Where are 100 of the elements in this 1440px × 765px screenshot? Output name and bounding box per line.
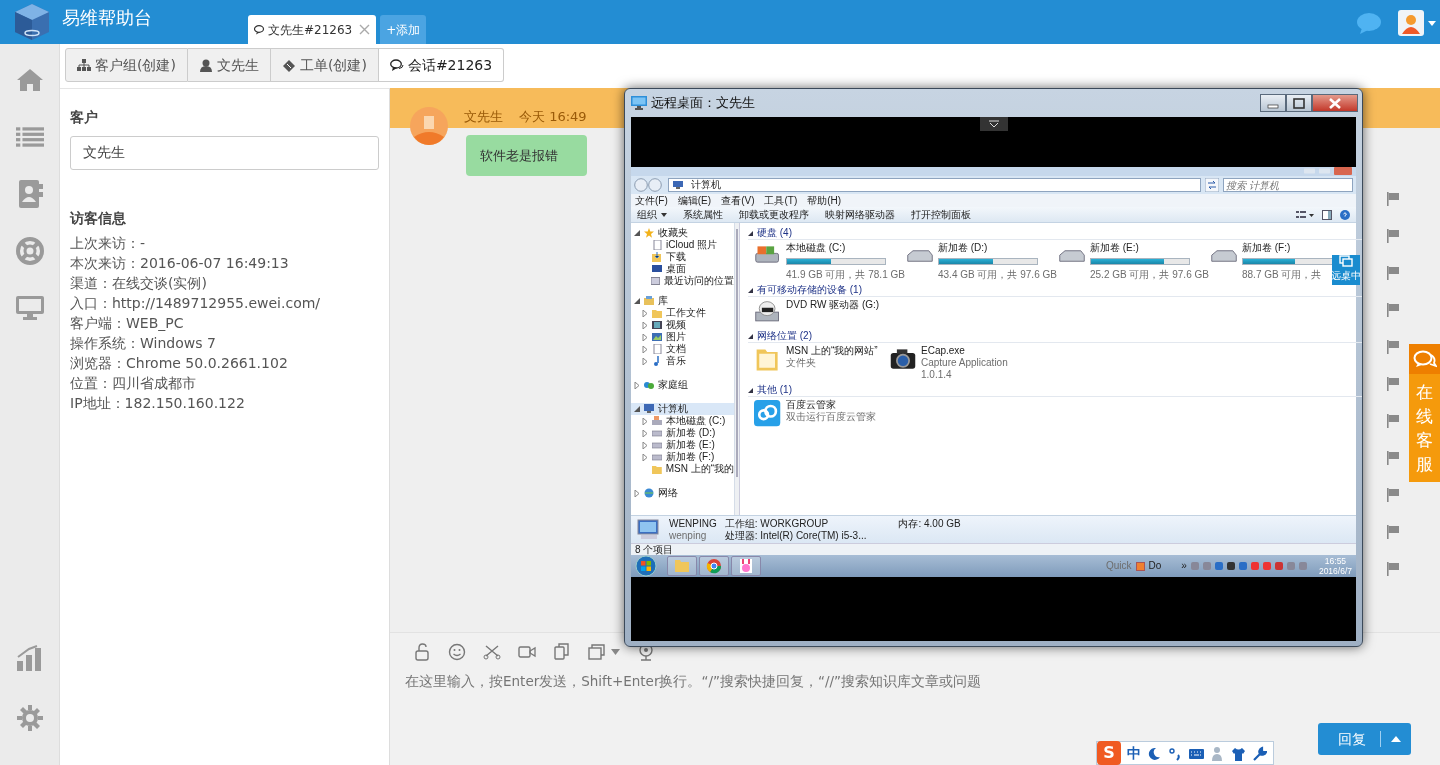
search-field[interactable]: 搜索 计算机 bbox=[1223, 178, 1353, 192]
expanded-arrow-icon[interactable] bbox=[748, 230, 753, 236]
chevron-down-icon[interactable] bbox=[986, 120, 1001, 128]
maximize-button[interactable] bbox=[1286, 94, 1312, 112]
reply-button[interactable]: 回复 bbox=[1318, 723, 1411, 755]
expanded-arrow-icon[interactable] bbox=[634, 297, 640, 305]
menu-item[interactable]: 文件(F) bbox=[635, 194, 668, 207]
tree-item[interactable]: 下载 bbox=[631, 251, 734, 263]
breadcrumb-tab[interactable]: 会话#21263 bbox=[378, 48, 505, 82]
menu-item[interactable]: 编辑(E) bbox=[677, 194, 712, 207]
start-button[interactable] bbox=[635, 555, 657, 577]
tree-item[interactable]: 图片 bbox=[631, 331, 734, 343]
scrollbar-thumb[interactable] bbox=[736, 229, 738, 478]
collapsed-arrow-icon[interactable] bbox=[642, 453, 648, 461]
expanded-arrow-icon[interactable] bbox=[634, 229, 640, 237]
chart-icon[interactable] bbox=[16, 645, 43, 671]
flag-icon[interactable] bbox=[1387, 562, 1399, 576]
overflow-button[interactable]: » bbox=[1181, 560, 1187, 572]
item-name[interactable]: DVD RW 驱动器 (G:) bbox=[786, 299, 880, 311]
taskbar-button[interactable] bbox=[731, 556, 761, 576]
item-name[interactable]: 百度云管家 bbox=[786, 399, 876, 411]
collapsed-arrow-icon[interactable] bbox=[642, 309, 648, 317]
settings-icon[interactable] bbox=[16, 705, 43, 731]
toolbar-button[interactable]: 卸载或更改程序 bbox=[739, 208, 809, 221]
window-icon[interactable] bbox=[588, 643, 606, 661]
help-icon[interactable] bbox=[1340, 209, 1350, 220]
wrench-icon[interactable] bbox=[1252, 745, 1267, 761]
tree-item[interactable]: 音乐 bbox=[631, 355, 734, 367]
shirt-icon[interactable] bbox=[1231, 745, 1246, 761]
collapsed-arrow-icon[interactable] bbox=[642, 333, 648, 341]
flag-icon[interactable] bbox=[1387, 303, 1399, 317]
cloud-app-icon[interactable] bbox=[754, 399, 782, 427]
taskbar-button[interactable] bbox=[699, 556, 729, 576]
flag-icon[interactable] bbox=[1387, 340, 1399, 354]
expanded-arrow-icon[interactable] bbox=[634, 405, 640, 413]
close-button[interactable] bbox=[1312, 94, 1358, 112]
unlock-icon[interactable] bbox=[413, 643, 431, 661]
flag-icon[interactable] bbox=[1387, 192, 1399, 206]
flag-icon[interactable] bbox=[1387, 488, 1399, 502]
back-forward-icon[interactable] bbox=[634, 178, 664, 192]
tree-item[interactable]: MSN 上的“我的 bbox=[631, 463, 734, 475]
breadcrumb-tab[interactable]: 文先生 bbox=[187, 48, 271, 82]
smiley-icon[interactable] bbox=[448, 643, 466, 661]
copy-icon[interactable] bbox=[553, 643, 571, 661]
video-camera-icon[interactable] bbox=[518, 643, 536, 661]
user-icon[interactable] bbox=[1210, 745, 1225, 761]
item-name[interactable]: 本地磁盘 (C:) bbox=[786, 242, 905, 254]
tree-item[interactable]: 最近访问的位置 bbox=[631, 275, 734, 287]
toolbar-button[interactable]: 组织 bbox=[637, 208, 667, 221]
address-field[interactable]: 计算机 bbox=[668, 178, 1201, 192]
tab[interactable]: 文先生#21263 bbox=[248, 15, 377, 44]
caret-icon[interactable] bbox=[611, 649, 620, 655]
refresh-icon[interactable] bbox=[1205, 178, 1219, 192]
tree-item[interactable]: 库 bbox=[631, 295, 734, 307]
tree-item[interactable]: 桌面 bbox=[631, 263, 734, 275]
maximize-icon[interactable] bbox=[1293, 97, 1305, 109]
group-header[interactable]: 硬盘 (4) bbox=[757, 227, 792, 239]
checkbox[interactable] bbox=[1135, 561, 1145, 571]
tree-item[interactable]: 新加卷 (D:) bbox=[631, 427, 734, 439]
home-icon[interactable] bbox=[15, 66, 44, 94]
group-header[interactable]: 有可移动存储的设备 (1) bbox=[757, 284, 862, 296]
item-name[interactable]: 新加卷 (E:) bbox=[1090, 242, 1209, 254]
tree-item[interactable]: 文档 bbox=[631, 343, 734, 355]
preview-pane-icon[interactable] bbox=[1322, 209, 1332, 220]
tree-item[interactable]: 新加卷 (F:) bbox=[631, 451, 734, 463]
breadcrumb-tab[interactable]: 工单(创建) bbox=[270, 48, 379, 82]
monitor-icon[interactable] bbox=[15, 294, 44, 322]
tree-item[interactable]: 收藏夹 bbox=[631, 227, 734, 239]
lifebuoy-icon[interactable] bbox=[15, 237, 44, 265]
chat-bubbles-icon[interactable] bbox=[1412, 350, 1437, 368]
item-name[interactable]: MSN 上的“我的网站” bbox=[786, 345, 878, 357]
collapsed-arrow-icon[interactable] bbox=[642, 321, 648, 329]
avatar-icon[interactable] bbox=[1398, 10, 1424, 36]
tree-item[interactable]: 计算机 bbox=[631, 403, 734, 415]
tree-item[interactable]: 网络 bbox=[631, 487, 734, 499]
message-input[interactable]: 在这里输入，按Enter发送，Shift+Enter换行。“/”搜索快捷回复，“//”搜索知识库文章或问题 bbox=[403, 669, 1427, 713]
tree-item[interactable]: 家庭组 bbox=[631, 379, 734, 391]
menu-item[interactable]: 工具(T) bbox=[764, 194, 798, 207]
view-options-icon[interactable] bbox=[1296, 209, 1314, 220]
flag-icon[interactable] bbox=[1387, 377, 1399, 391]
menu-item[interactable]: 查看(V) bbox=[721, 194, 755, 207]
item-name[interactable]: 新加卷 (D:) bbox=[938, 242, 1057, 254]
scissors-icon[interactable] bbox=[483, 643, 501, 661]
minimize-button[interactable] bbox=[1260, 94, 1286, 112]
punctuation-icon[interactable] bbox=[1168, 745, 1183, 761]
flag-icon[interactable] bbox=[1387, 451, 1399, 465]
collapsed-arrow-icon[interactable] bbox=[642, 429, 648, 437]
tree-item[interactable]: 本地磁盘 (C:) bbox=[631, 415, 734, 427]
breadcrumb-tab[interactable]: 客户组(创建) bbox=[65, 48, 188, 82]
taskbar-button[interactable] bbox=[667, 556, 697, 576]
group-header[interactable]: 网络位置 (2) bbox=[757, 330, 812, 342]
flag-icon[interactable] bbox=[1387, 414, 1399, 428]
collapsed-arrow-icon[interactable] bbox=[634, 489, 640, 497]
tree-item[interactable]: 新加卷 (E:) bbox=[631, 439, 734, 451]
collapsed-arrow-icon[interactable] bbox=[642, 417, 648, 425]
chat-bubble-icon[interactable] bbox=[1356, 12, 1382, 34]
toolbar-button[interactable]: 系统属性 bbox=[683, 208, 723, 221]
close-icon[interactable] bbox=[359, 24, 371, 35]
tree-item[interactable]: 视频 bbox=[631, 319, 734, 331]
toolbar-button[interactable]: 打开控制面板 bbox=[911, 208, 971, 221]
